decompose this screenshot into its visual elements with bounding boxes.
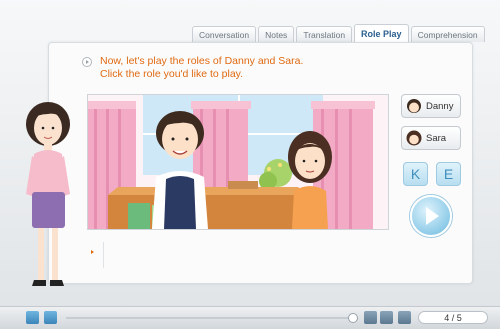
teacher-character-illustration	[26, 102, 70, 286]
player-bar: 4 / 5	[0, 306, 500, 329]
tab-notes[interactable]: Notes	[258, 26, 295, 42]
english-button[interactable]: E	[436, 162, 461, 186]
role-button-danny[interactable]: Danny	[401, 94, 461, 118]
danny-avatar-icon	[407, 99, 421, 113]
role-button-sara[interactable]: Sara	[401, 126, 461, 150]
korean-button[interactable]: K	[403, 162, 428, 186]
tab-comprehension[interactable]: Comprehension	[410, 26, 485, 42]
previous-icon[interactable]	[364, 311, 377, 324]
instruction-line-1: Now, let's play the roles of Danny and S…	[100, 55, 304, 67]
play-button[interactable]	[410, 195, 452, 237]
page-indicator: 4 / 5	[418, 311, 488, 324]
tab-role-play[interactable]: Role Play	[354, 24, 409, 42]
role-label-sara: Sara	[426, 133, 447, 144]
tab-bar: Conversation Notes Translation Role Play…	[192, 24, 485, 42]
subtitle-marker-icon	[91, 250, 94, 254]
classroom-illustration	[88, 95, 388, 229]
tab-conversation[interactable]: Conversation	[192, 26, 257, 42]
subtitle-area	[88, 240, 388, 268]
role-label-danny: Danny	[426, 101, 454, 112]
sara-avatar-icon	[406, 130, 422, 146]
play-icon[interactable]	[44, 311, 57, 324]
progress-track[interactable]	[66, 317, 358, 319]
progress-knob[interactable]	[348, 313, 358, 323]
audio-play-icon[interactable]	[82, 57, 92, 67]
role-play-scene-image	[87, 94, 389, 230]
volume-icon[interactable]	[398, 311, 411, 324]
replay-icon[interactable]	[26, 311, 39, 324]
tab-translation[interactable]: Translation	[296, 26, 353, 42]
next-icon[interactable]	[380, 311, 393, 324]
instruction-line-2: Click the role you'd like to play.	[100, 68, 244, 80]
app-window: Conversation Notes Translation Role Play…	[0, 0, 500, 329]
